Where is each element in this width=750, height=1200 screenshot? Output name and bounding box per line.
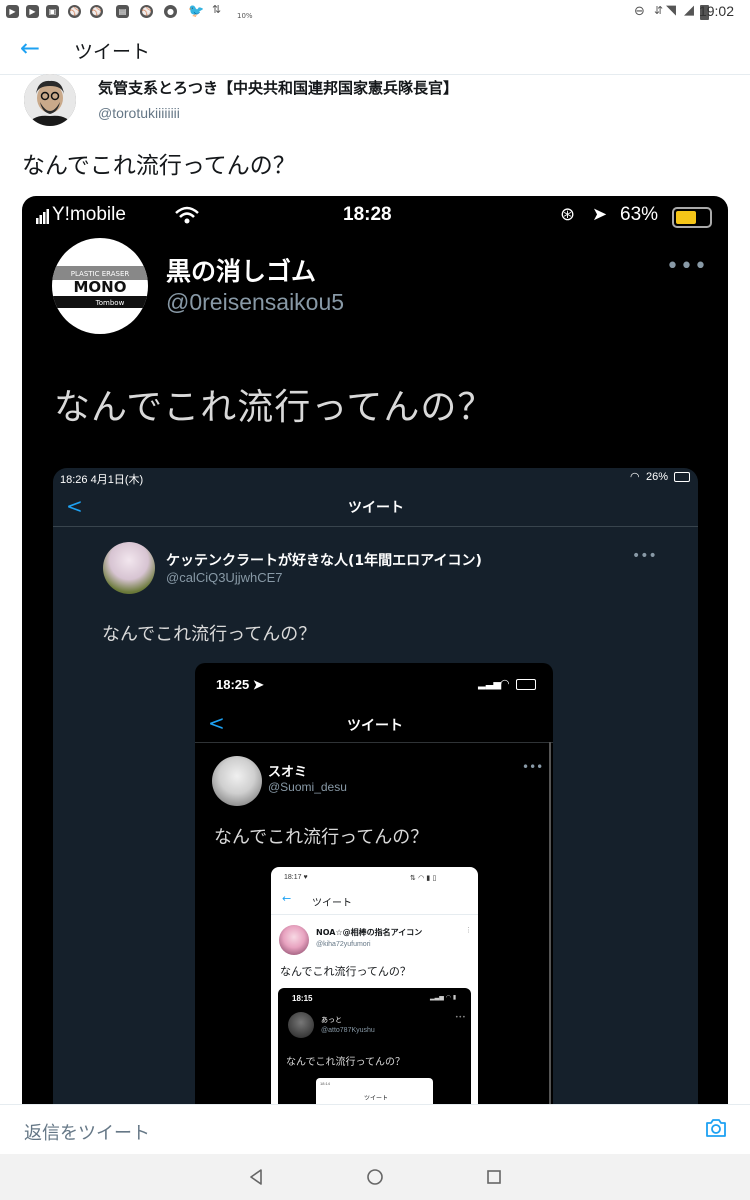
page-title: ツイート — [364, 1095, 389, 1102]
status-time: 19:02 — [698, 3, 734, 19]
more-icon: ⋮ — [465, 926, 472, 934]
back-nav-icon[interactable] — [244, 1165, 268, 1189]
wifi-icon — [175, 206, 199, 224]
baseball-icon: ⚾ — [90, 5, 103, 18]
author-handle: @0reisensaikou5 — [166, 289, 345, 315]
status-icons: ▂▃▅ ◠ ▮ — [430, 994, 457, 1001]
author-name: スオミ — [268, 765, 308, 780]
home-nav-icon[interactable] — [363, 1165, 387, 1189]
back-arrow-icon[interactable]: ← — [20, 34, 40, 62]
wifi-icon: ◠ — [500, 677, 510, 690]
back-icon: < — [208, 711, 225, 735]
author-handle[interactable]: @torotukiiiiiiii — [98, 105, 180, 121]
author-name: NOA☆@相棒の指名アイコン — [316, 928, 423, 937]
author-handle: @calCiQ3UjjwhCE7 — [166, 570, 283, 585]
more-icon: ••• — [666, 254, 708, 279]
avatar: PLASTIC ERASER MONO Tombow — [52, 238, 148, 334]
status-bar: ▶ ▶ ▣ ⚾ ⚾ ▤ ⚾ ● 🐦 ⇅ 10% ⊖ ⇵ ◥ ◢ 19:02 — [0, 0, 750, 24]
signal-icon: ▂▃▅ — [478, 679, 502, 690]
camera-icon[interactable] — [704, 1116, 728, 1140]
author-name[interactable]: 気管支系とろつき【中央共和国連邦国家憲兵隊長官】 — [98, 77, 458, 98]
tweet-text: なんでこれ流行ってんの？ — [22, 153, 296, 179]
page-title: ツイート — [74, 41, 151, 63]
dnd-icon: ⊖ — [634, 4, 645, 19]
signal-icon: ◢ — [684, 3, 694, 18]
status-time: 18:14 — [320, 1081, 331, 1086]
page-title: ツイート — [312, 898, 352, 909]
wifi-icon: ◥ — [666, 3, 676, 18]
page-title: ツイート — [347, 718, 403, 734]
status-time: 18:17 ♥ — [284, 874, 308, 881]
status-icons: ⇅ ◠ ▮ ▯ — [410, 874, 437, 882]
sync-icon: ⇅ — [212, 3, 222, 16]
baseball-icon: ⚾ — [68, 5, 81, 18]
eraser-brand-tombow: Tombow — [95, 299, 125, 307]
tweet-text: なんでこれ流行ってんの？ — [286, 1057, 405, 1068]
battery-level — [676, 211, 696, 224]
tweet-text: なんでこれ流行ってんの？ — [102, 624, 317, 645]
baseball-icon: ⚾ — [140, 5, 153, 18]
wifi-icon: ◠ — [630, 470, 640, 483]
tweet-text: なんでこれ流行ってんの？ — [214, 827, 429, 848]
news-icon: ▤ — [116, 5, 129, 18]
battery-percent: 26% — [646, 471, 669, 483]
more-icon: ••• — [455, 1014, 466, 1021]
data-icon: ⇵ — [654, 4, 664, 17]
status-time: 18:15 — [292, 994, 313, 1003]
back-icon: < — [66, 494, 83, 518]
author-handle: @atto787Kyushu — [321, 1027, 375, 1034]
signal-bars-icon — [36, 209, 49, 224]
header — [271, 886, 478, 915]
avatar — [212, 756, 262, 806]
tweet-text: なんでこれ流行ってんの？ — [54, 387, 495, 428]
avatar — [279, 925, 309, 955]
top-app-bar: ← ツイート — [0, 24, 750, 75]
status-text: 18:26 4月1日(木) — [60, 474, 144, 486]
avatar[interactable] — [24, 74, 76, 126]
battery-percent: 63% — [620, 204, 659, 225]
recents-nav-icon[interactable] — [482, 1165, 506, 1189]
photo-icon: ▣ — [46, 5, 59, 18]
tweet-text: なんでこれ流行ってんの？ — [280, 965, 411, 978]
sync-percent: 10% — [237, 12, 253, 20]
eraser-brand-mono: MONO — [74, 278, 127, 296]
page-title: ツイート — [348, 500, 404, 516]
youtube-icon: ▶ — [6, 5, 19, 18]
battery-icon — [674, 472, 690, 482]
carrier-label: Y!mobile — [52, 204, 126, 225]
author-handle: @Suomi_desu — [268, 780, 347, 794]
scrollbar — [549, 742, 551, 1116]
author-name: ケッテンクラートが好きな人(1年間エロアイコン) — [166, 553, 482, 569]
bowling-icon: ● — [164, 5, 177, 18]
rotation-lock-icon: ⊛ — [560, 204, 576, 225]
more-icon: ••• — [632, 548, 657, 564]
twitter-icon: 🐦 — [188, 4, 205, 19]
author-name: あっと — [321, 1016, 342, 1024]
eraser-label-top: PLASTIC ERASER — [71, 270, 130, 278]
youtube-icon: ▶ — [26, 5, 39, 18]
battery-icon — [516, 679, 536, 690]
more-icon: ••• — [522, 760, 544, 774]
location-arrow-icon: ➤ — [592, 204, 608, 225]
author-handle: @kiha72yufumori — [316, 941, 371, 948]
back-icon: ← — [282, 892, 292, 905]
status-time: 18:25 ➤ — [216, 677, 264, 692]
reply-input[interactable]: 返信をツイート — [24, 1119, 150, 1145]
avatar — [288, 1012, 314, 1038]
screenshot-time: 18:28 — [343, 204, 392, 225]
avatar — [103, 542, 155, 594]
author-name: 黒の消しゴム — [166, 257, 317, 286]
